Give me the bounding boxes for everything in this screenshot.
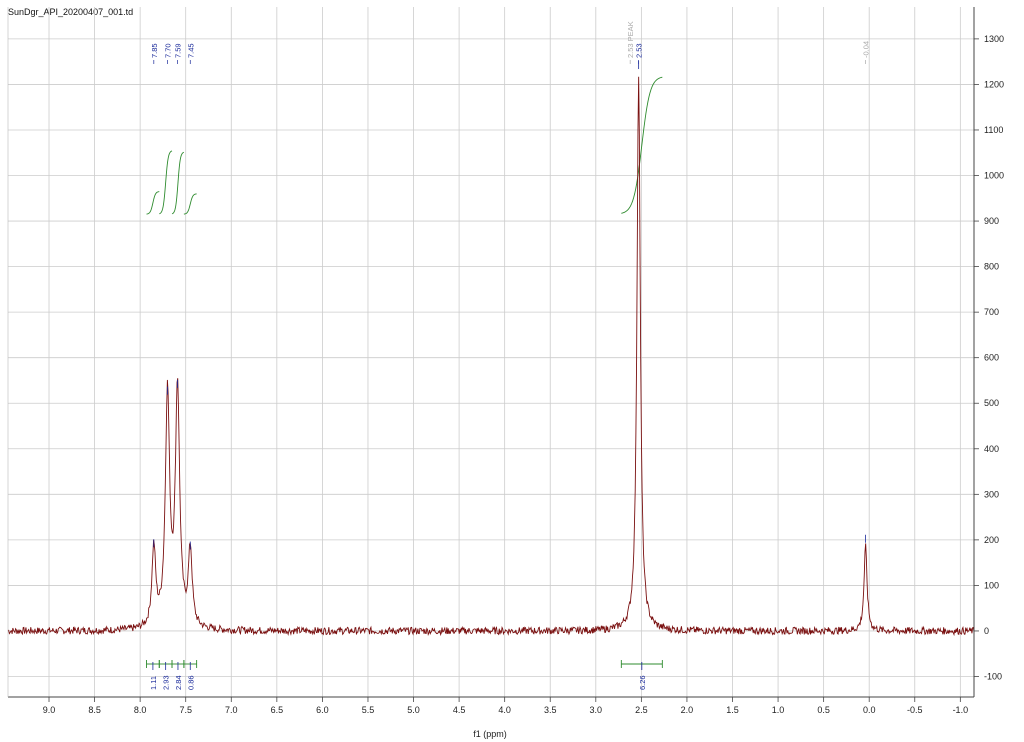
peak-label: 7.70: [163, 43, 172, 58]
y-tick-label: 200: [984, 535, 999, 545]
x-axis-title: f1 (ppm): [473, 729, 507, 739]
peak-label: 7.45: [186, 43, 195, 58]
x-tick-label: 0.0: [863, 705, 876, 715]
peak-label: 2.53: [635, 43, 644, 58]
x-tick-label: 5.5: [362, 705, 375, 715]
x-tick-label: 4.0: [498, 705, 511, 715]
y-tick-label: 700: [984, 307, 999, 317]
nmr-spectrum-chart: SunDgr_API_20200407_001.td 7.85 7.70 7.59 7…: [0, 0, 1024, 742]
x-tick-label: 3.0: [590, 705, 603, 715]
integral-value: 1.11: [149, 676, 158, 690]
y-tick-label: 900: [984, 216, 999, 226]
y-tick-label: 100: [984, 580, 999, 590]
y-tick-label: 1200: [984, 79, 1004, 89]
x-tick-label: 4.5: [453, 705, 466, 715]
x-tick-label: 2.0: [681, 705, 694, 715]
document-filename: SunDgr_API_20200407_001.td: [8, 7, 133, 17]
integral-value: 0.86: [186, 675, 195, 690]
x-tick-label: -0.5: [907, 705, 923, 715]
peak-label: 7.85: [150, 43, 159, 58]
peak-label: -0.04: [862, 41, 871, 58]
x-tick-label: 7.0: [225, 705, 238, 715]
y-tick-label: 300: [984, 489, 999, 499]
y-tick-label: 1100: [984, 125, 1003, 135]
y-tick-label: 1000: [984, 171, 1004, 181]
y-tick-label: 0: [984, 626, 989, 636]
y-tick-label: 800: [984, 262, 999, 272]
y-tick-label: 600: [984, 353, 999, 363]
x-tick-label: 3.5: [544, 705, 557, 715]
peak-label: 7.59: [174, 43, 183, 58]
x-tick-label: 6.0: [316, 705, 329, 715]
x-tick-label: 7.5: [179, 705, 192, 715]
y-tick-label: 400: [984, 444, 999, 454]
y-tick-label: 500: [984, 398, 999, 408]
x-tick-label: 1.5: [726, 705, 739, 715]
integral-value: 2.84: [174, 675, 183, 690]
integral-value: 6.26: [638, 675, 647, 690]
integral-value: 2.93: [162, 675, 171, 690]
x-tick-label: 0.5: [817, 705, 830, 715]
y-tick-label: -100: [984, 672, 1002, 682]
x-tick-label: -1.0: [953, 705, 969, 715]
x-tick-label: 5.0: [407, 705, 420, 715]
y-tick-label: 1300: [984, 34, 1004, 44]
x-tick-label: 9.0: [43, 705, 56, 715]
x-tick-label: 6.5: [271, 705, 284, 715]
x-tick-label: 8.0: [134, 705, 147, 715]
x-tick-label: 8.5: [88, 705, 101, 715]
x-tick-label: 1.0: [772, 705, 785, 715]
x-tick-label: 2.5: [635, 705, 648, 715]
